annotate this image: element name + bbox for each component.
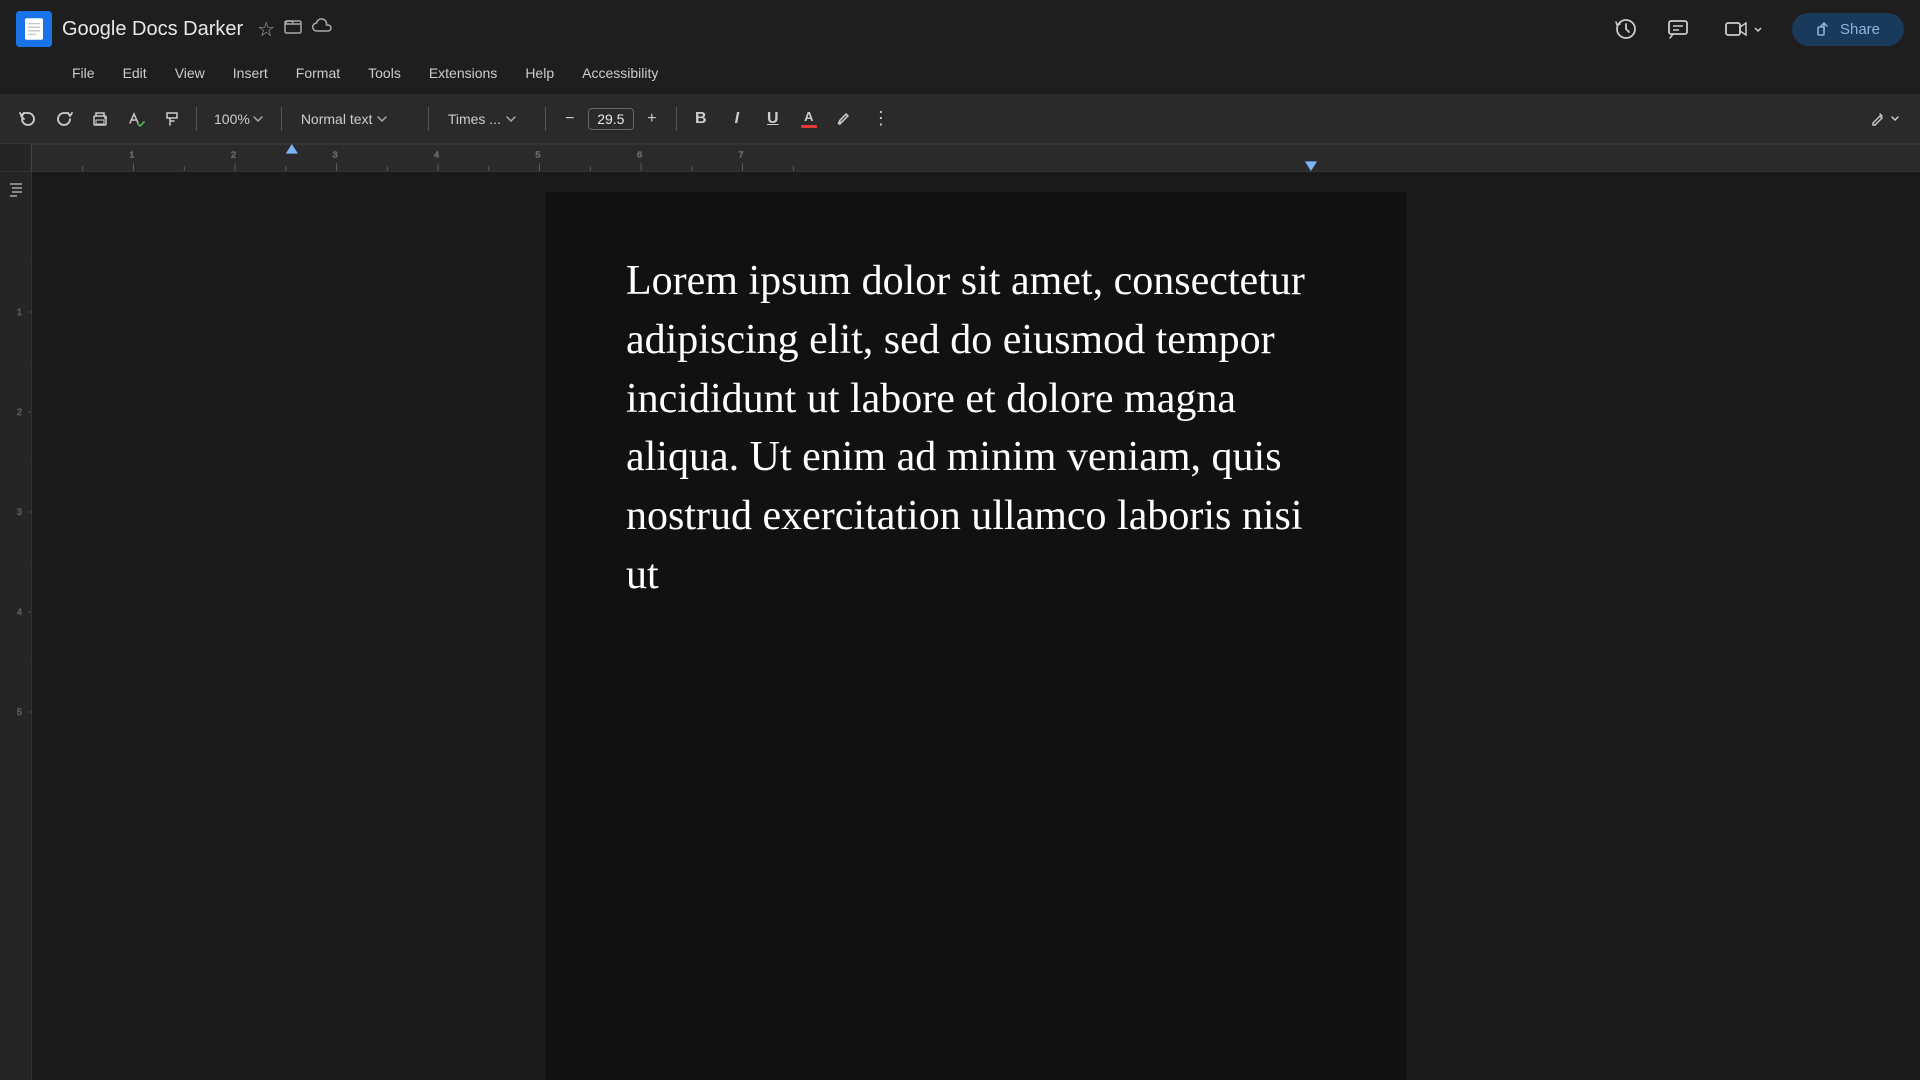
bold-button[interactable]: B [685, 103, 717, 135]
menu-help[interactable]: Help [513, 61, 566, 85]
highlight-color-button[interactable] [829, 103, 861, 135]
menu-view[interactable]: View [163, 61, 217, 85]
svg-text:7: 7 [738, 150, 743, 160]
increase-font-size-button[interactable]: + [636, 103, 668, 135]
ruler-corner [0, 144, 32, 171]
toolbar-divider-4 [545, 107, 546, 131]
svg-text:2: 2 [231, 150, 236, 160]
font-size-box: − + [554, 103, 668, 135]
svg-text:1: 1 [129, 150, 134, 160]
video-button[interactable] [1712, 11, 1776, 47]
docs-logo-icon [16, 11, 52, 47]
document-content[interactable]: Lorem ipsum dolor sit amet, consectetur … [626, 252, 1326, 605]
share-button[interactable]: Share [1792, 13, 1904, 46]
font-label: Times ... [448, 111, 501, 127]
toolbar-divider-5 [676, 107, 677, 131]
document-area: Lorem ipsum dolor sit amet, consectetur … [32, 172, 1920, 1080]
undo-button[interactable] [12, 103, 44, 135]
star-icon[interactable]: ☆ [257, 17, 275, 42]
title-bar: Google Docs Darker ☆ [0, 0, 1920, 58]
toolbar-divider-2 [281, 107, 282, 131]
share-label: Share [1840, 21, 1880, 38]
more-options-button[interactable]: ⋮ [865, 103, 897, 135]
title-icons: ☆ [257, 16, 333, 42]
underline-button[interactable]: U [757, 103, 789, 135]
zoom-level: 100% [214, 111, 250, 127]
menu-bar: File Edit View Insert Format Tools Exten… [0, 58, 1920, 94]
folder-icon[interactable] [283, 16, 303, 42]
main-area: 1 2 3 4 5 Lorem ipsum dolor sit amet, co… [0, 172, 1920, 1080]
toolbar-divider-1 [196, 107, 197, 131]
font-selector[interactable]: Times ... [437, 108, 537, 130]
paragraph-style-selector[interactable]: Normal text [290, 108, 420, 130]
paint-format-button[interactable] [156, 103, 188, 135]
svg-text:4: 4 [434, 150, 439, 160]
cloud-icon[interactable] [311, 17, 333, 41]
ruler-container: 1 2 3 4 5 6 7 [0, 144, 1920, 172]
document-page[interactable]: Lorem ipsum dolor sit amet, consectetur … [546, 192, 1406, 1080]
header-right: Share [1608, 11, 1904, 47]
svg-text:6: 6 [637, 150, 642, 160]
text-color-button[interactable]: A [793, 103, 825, 135]
style-label: Normal text [301, 111, 373, 127]
svg-text:5: 5 [535, 150, 540, 160]
menu-tools[interactable]: Tools [356, 61, 413, 85]
svg-text:4: 4 [17, 607, 22, 617]
menu-accessibility[interactable]: Accessibility [570, 61, 670, 85]
font-size-input[interactable] [588, 108, 634, 130]
svg-text:1: 1 [17, 307, 22, 317]
menu-extensions[interactable]: Extensions [417, 61, 509, 85]
document-title[interactable]: Google Docs Darker [62, 18, 243, 41]
spell-check-button[interactable] [120, 103, 152, 135]
svg-text:3: 3 [332, 150, 337, 160]
svg-text:5: 5 [17, 707, 22, 717]
zoom-selector[interactable]: 100% [205, 108, 273, 130]
vertical-ruler: 1 2 3 4 5 [0, 172, 32, 1080]
svg-text:2: 2 [17, 407, 22, 417]
comments-button[interactable] [1660, 11, 1696, 47]
menu-edit[interactable]: Edit [111, 61, 159, 85]
toolbar: 100% Normal text Times ... − + B I U [0, 94, 1920, 144]
print-button[interactable] [84, 103, 116, 135]
italic-button[interactable]: I [721, 103, 753, 135]
redo-button[interactable] [48, 103, 80, 135]
menu-insert[interactable]: Insert [221, 61, 280, 85]
decrease-font-size-button[interactable]: − [554, 103, 586, 135]
svg-text:3: 3 [17, 507, 22, 517]
toolbar-divider-3 [428, 107, 429, 131]
edit-mode-button[interactable] [1862, 103, 1908, 135]
history-button[interactable] [1608, 11, 1644, 47]
menu-file[interactable]: File [60, 61, 107, 85]
menu-format[interactable]: Format [284, 61, 352, 85]
outline-toggle-button[interactable] [7, 180, 25, 203]
horizontal-ruler: 1 2 3 4 5 6 7 [32, 144, 1920, 171]
